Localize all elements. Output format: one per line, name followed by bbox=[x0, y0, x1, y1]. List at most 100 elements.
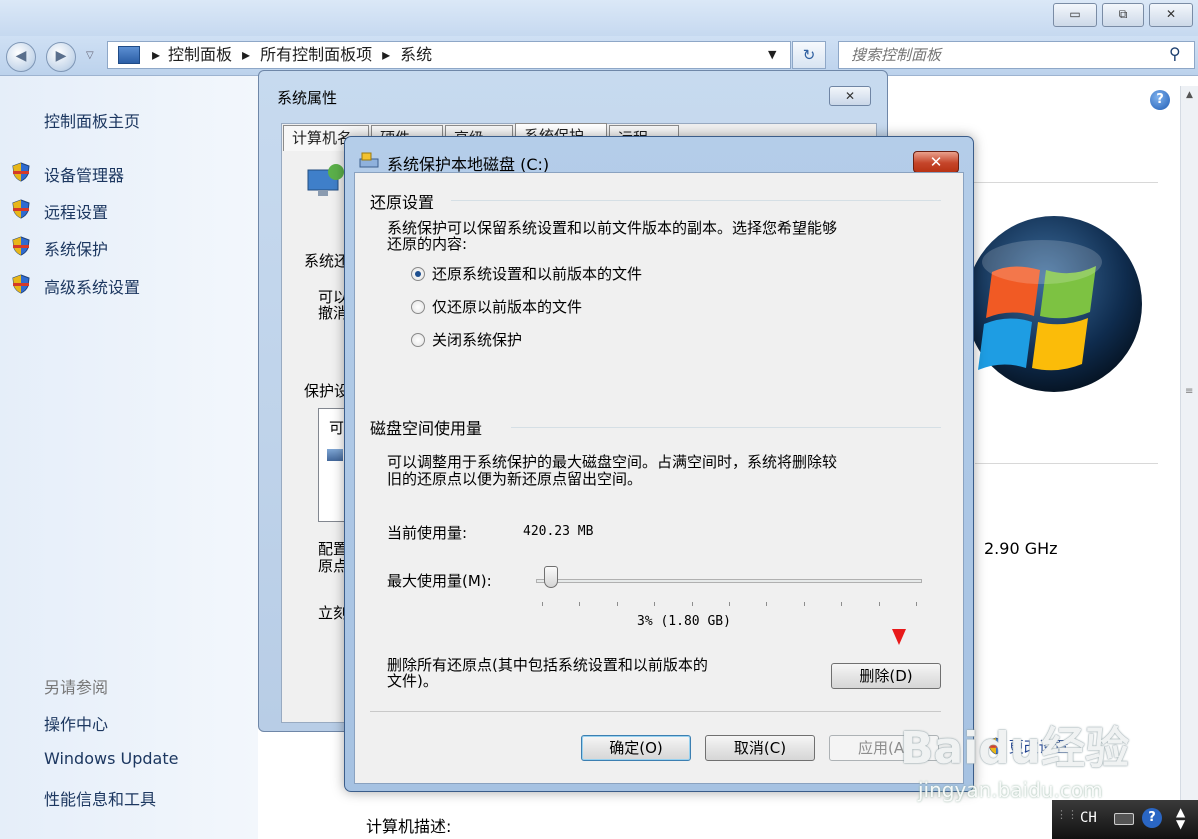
slider-tick bbox=[803, 602, 805, 606]
help-icon: ? bbox=[1156, 92, 1164, 107]
slider-tick bbox=[729, 602, 730, 606]
window-titlebar: ▭ ⧉ ✕ bbox=[0, 0, 1198, 36]
radio-label[interactable]: 关闭系统保护 bbox=[432, 329, 522, 350]
history-dropdown[interactable]: ▽ bbox=[86, 50, 94, 61]
restore-settings-heading: 还原设置 bbox=[370, 193, 435, 212]
slider-tick bbox=[691, 602, 693, 606]
left-navigation-pane: 控制面板主页 设备管理器 远程设置 系统保护 高级系统设置 另请参阅 操作中心 … bbox=[0, 76, 258, 839]
close-icon: ✕ bbox=[929, 153, 943, 171]
input-language-indicator[interactable]: CH bbox=[1080, 810, 1097, 826]
fragment-text: 可 bbox=[329, 419, 345, 437]
baidu-watermark: Baidu经验 bbox=[900, 723, 1130, 774]
ok-button[interactable]: 确定(O) bbox=[581, 735, 691, 761]
fragment-text: 保护设 bbox=[304, 382, 350, 400]
system-properties-title: 系统属性 bbox=[277, 89, 338, 107]
close-icon: ✕ bbox=[844, 89, 856, 103]
baidu-watermark-url: jingyan.baidu.com bbox=[918, 778, 1103, 802]
search-input[interactable] bbox=[839, 42, 1139, 68]
address-bar[interactable]: ▸ 控制面板 ▸ 所有控制面板项 ▸ 系统 ▼ bbox=[107, 41, 791, 69]
address-dropdown-icon[interactable]: ▼ bbox=[768, 42, 776, 68]
see-also-performance-tools[interactable]: 性能信息和工具 bbox=[44, 786, 156, 810]
slider-tick bbox=[579, 602, 581, 606]
close-window-button[interactable]: ✕ bbox=[1149, 3, 1193, 27]
scroll-grip-icon: ≡ bbox=[1185, 386, 1194, 397]
minimize-icon: ▭ bbox=[1069, 7, 1081, 21]
cancel-button[interactable]: 取消(C) bbox=[705, 735, 815, 761]
max-usage-value: 3% (1.80 GB) bbox=[637, 614, 731, 629]
forward-button[interactable]: ▶ bbox=[46, 42, 76, 72]
slider-tick bbox=[878, 602, 880, 606]
help-button[interactable]: ? bbox=[1150, 90, 1170, 110]
search-box[interactable]: ⚲ bbox=[838, 41, 1195, 69]
breadcrumb-item-all-items[interactable]: 所有控制面板项 bbox=[260, 45, 372, 64]
minimize-button[interactable]: ▭ bbox=[1053, 3, 1097, 27]
slider-track[interactable] bbox=[536, 579, 922, 583]
restore-icon: ⧉ bbox=[1118, 7, 1128, 21]
back-button[interactable]: ◀ bbox=[6, 42, 36, 72]
computer-shield-icon bbox=[307, 164, 344, 196]
content-scrollbar[interactable]: ▲ ≡ bbox=[1180, 86, 1198, 839]
current-usage-label: 当前使用量: bbox=[387, 524, 468, 542]
breadcrumb-item-control-panel[interactable]: 控制面板 bbox=[168, 45, 232, 64]
group-divider bbox=[451, 200, 941, 201]
uac-shield-icon bbox=[12, 162, 30, 182]
radio-turn-off-protection[interactable] bbox=[411, 333, 425, 347]
breadcrumb-item-system[interactable]: 系统 bbox=[400, 45, 432, 64]
divider bbox=[975, 463, 1158, 464]
restore-description-line-2: 还原的内容: bbox=[387, 235, 468, 253]
red-marker-arrow bbox=[892, 629, 906, 645]
scroll-up-icon[interactable]: ▲ bbox=[1181, 90, 1198, 100]
arrow-right-icon: ▶ bbox=[55, 48, 67, 64]
radio-restore-settings-and-files[interactable] bbox=[411, 267, 425, 281]
drive-restore-icon bbox=[359, 152, 379, 168]
radio-label[interactable]: 仅还原以前版本的文件 bbox=[432, 296, 582, 317]
slider-tick bbox=[841, 602, 843, 606]
search-icon[interactable]: ⚲ bbox=[1169, 44, 1181, 63]
fragment-text: 系统还 bbox=[304, 252, 350, 270]
slider-tick bbox=[916, 602, 917, 606]
uac-shield-icon bbox=[12, 236, 30, 256]
system-tray: ⋮⋮ CH ? ▲ ▼ bbox=[1052, 800, 1198, 839]
refresh-icon: ↻ bbox=[802, 46, 816, 64]
disk-usage-heading: 磁盘空间使用量 bbox=[370, 419, 483, 438]
close-icon: ✕ bbox=[1165, 7, 1177, 21]
delete-description-line-2: 文件)。 bbox=[387, 672, 438, 690]
breadcrumb-sep: ▸ bbox=[382, 45, 391, 64]
sidebar-item-advanced-settings[interactable]: 高级系统设置 bbox=[44, 274, 140, 298]
breadcrumb-sep: ▸ bbox=[152, 45, 161, 64]
uac-shield-icon bbox=[12, 199, 30, 219]
group-divider bbox=[511, 427, 941, 428]
system-protection-dialog: 系统保护本地磁盘 (C:) ✕ 还原设置 系统保护可以保留系统设置和以前文件版本… bbox=[344, 136, 974, 792]
refresh-button[interactable]: ↻ bbox=[792, 41, 826, 69]
cpu-speed-value: 2.90 GHz bbox=[984, 539, 1058, 558]
tray-options-icon[interactable]: ▲ ▼ bbox=[1176, 806, 1185, 830]
windows-logo-icon bbox=[966, 216, 1142, 392]
disk-description-line-2: 旧的还原点以便为新还原点留出空间。 bbox=[387, 470, 643, 488]
control-panel-icon bbox=[118, 46, 140, 64]
slider-tick bbox=[542, 602, 543, 606]
see-also-action-center[interactable]: 操作中心 bbox=[44, 711, 108, 735]
keyboard-icon[interactable] bbox=[1114, 813, 1134, 825]
see-also-windows-update[interactable]: Windows Update bbox=[44, 749, 178, 768]
see-also-heading: 另请参阅 bbox=[44, 678, 109, 697]
sidebar-item-remote-settings[interactable]: 远程设置 bbox=[44, 199, 108, 223]
dialog-close-button[interactable]: ✕ bbox=[913, 151, 959, 173]
footer-divider bbox=[370, 711, 941, 712]
radio-label[interactable]: 还原系统设置和以前版本的文件 bbox=[432, 263, 642, 284]
delete-restore-points-button[interactable]: 删除(D) bbox=[831, 663, 941, 689]
max-usage-label: 最大使用量(M): bbox=[387, 572, 492, 590]
control-panel-home-link[interactable]: 控制面板主页 bbox=[44, 108, 140, 132]
slider-tick bbox=[766, 602, 768, 606]
sidebar-item-device-manager[interactable]: 设备管理器 bbox=[44, 162, 124, 186]
help-icon[interactable]: ? bbox=[1142, 808, 1162, 828]
slider-thumb[interactable] bbox=[543, 566, 558, 588]
sidebar-item-system-protection[interactable]: 系统保护 bbox=[44, 236, 108, 260]
system-properties-close-button[interactable]: ✕ bbox=[829, 86, 871, 106]
uac-shield-icon bbox=[12, 274, 30, 294]
radio-restore-files-only[interactable] bbox=[411, 300, 425, 314]
slider-tick bbox=[616, 602, 618, 606]
drive-icon bbox=[327, 449, 343, 461]
current-usage-value: 420.23 MB bbox=[523, 524, 594, 539]
restore-button[interactable]: ⧉ bbox=[1102, 3, 1144, 27]
computer-description-label: 计算机描述: bbox=[366, 817, 452, 836]
